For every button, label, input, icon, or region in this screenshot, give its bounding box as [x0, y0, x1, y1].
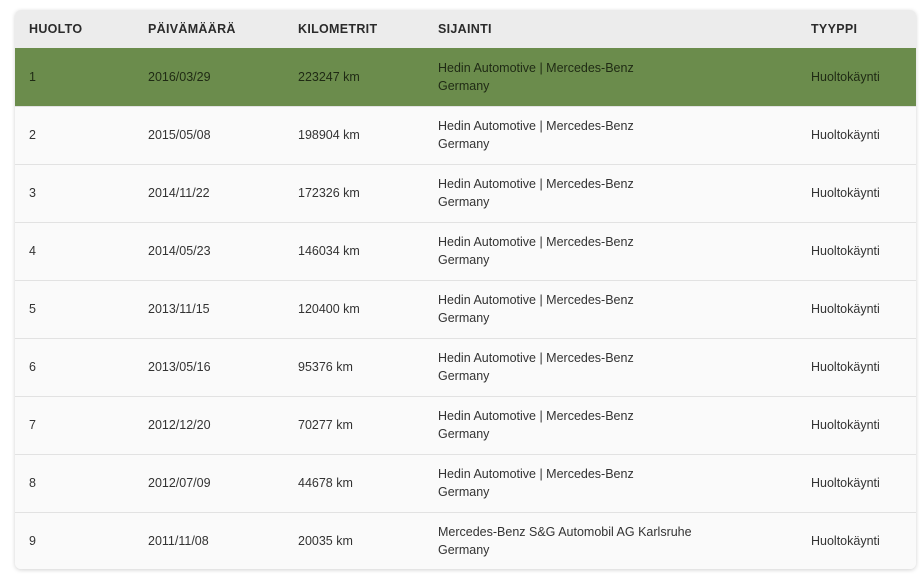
location-cell: Hedin Automotive | Mercedes-Benz Germany [438, 454, 811, 512]
location-cell: Hedin Automotive | Mercedes-Benz Germany [438, 164, 811, 222]
location-name: Hedin Automotive | Mercedes-Benz [438, 351, 634, 365]
service-number-cell: 3 [29, 186, 36, 200]
type-cell: Huoltokäynti [811, 360, 880, 374]
location-name: Mercedes-Benz S&G Automobil AG Karlsruhe [438, 524, 692, 539]
column-header-huolto[interactable]: HUOLTO [15, 10, 148, 48]
kilometers-cell: 198904 km [298, 128, 360, 142]
type-cell: Huoltokäynti [811, 533, 880, 548]
location-name: Hedin Automotive | Mercedes-Benz [438, 119, 634, 133]
location-country: Germany [438, 542, 490, 557]
service-number-cell: 1 [29, 69, 36, 84]
kilometers-cell: 20035 km [298, 533, 353, 548]
type-cell: Huoltokäynti [811, 476, 880, 490]
location-country: Germany [438, 78, 490, 93]
location-cell: Hedin Automotive | Mercedes-Benz Germany [438, 106, 811, 164]
kilometers-cell: 172326 km [298, 186, 360, 200]
location-country: Germany [438, 369, 490, 383]
location-country: Germany [438, 253, 490, 267]
column-header-tyyppi[interactable]: TYYPPI [811, 10, 916, 48]
location-name: Hedin Automotive | Mercedes-Benz [438, 467, 634, 481]
date-cell: 2016/03/29 [148, 69, 211, 84]
location-name: Hedin Automotive | Mercedes-Benz [438, 235, 634, 249]
location-name: Hedin Automotive | Mercedes-Benz [438, 177, 634, 191]
service-history-card: HUOLTO PÄIVÄMÄÄRÄ KILOMETRIT SIJAINTI TY… [15, 10, 916, 569]
kilometers-cell: 44678 km [298, 476, 353, 490]
location-country: Germany [438, 427, 490, 441]
table-row[interactable]: 3 2014/11/22 172326 km Hedin Automotive … [15, 164, 916, 222]
location-name: Hedin Automotive | Mercedes-Benz [438, 60, 634, 75]
location-cell: Hedin Automotive | Mercedes-Benz Germany [438, 396, 811, 454]
table-body: 1 2016/03/29 223247 km Hedin Automotive … [15, 48, 916, 569]
type-cell: Huoltokäynti [811, 69, 880, 84]
service-number-cell: 8 [29, 476, 36, 490]
location-cell: Hedin Automotive | Mercedes-Benz Germany [438, 338, 811, 396]
column-header-kilometrit[interactable]: KILOMETRIT [298, 10, 438, 48]
table-row[interactable]: 1 2016/03/29 223247 km Hedin Automotive … [15, 48, 916, 106]
location-country: Germany [438, 137, 490, 151]
location-country: Germany [438, 311, 490, 325]
date-cell: 2013/05/16 [148, 360, 211, 374]
date-cell: 2014/11/22 [148, 186, 210, 200]
service-number-cell: 6 [29, 360, 36, 374]
service-number-cell: 4 [29, 244, 36, 258]
service-number-cell: 2 [29, 128, 36, 142]
service-history-table: HUOLTO PÄIVÄMÄÄRÄ KILOMETRIT SIJAINTI TY… [15, 10, 916, 569]
type-cell: Huoltokäynti [811, 128, 880, 142]
location-name: Hedin Automotive | Mercedes-Benz [438, 409, 634, 423]
date-cell: 2013/11/15 [148, 302, 210, 316]
kilometers-cell: 70277 km [298, 418, 353, 432]
type-cell: Huoltokäynti [811, 418, 880, 432]
table-header: HUOLTO PÄIVÄMÄÄRÄ KILOMETRIT SIJAINTI TY… [15, 10, 916, 48]
location-name: Hedin Automotive | Mercedes-Benz [438, 293, 634, 307]
service-number-cell: 7 [29, 418, 36, 432]
location-cell: Hedin Automotive | Mercedes-Benz Germany [438, 222, 811, 280]
table-row[interactable]: 6 2013/05/16 95376 km Hedin Automotive |… [15, 338, 916, 396]
date-cell: 2012/07/09 [148, 476, 211, 490]
table-row[interactable]: 9 2011/11/08 20035 km Mercedes-Benz S&G … [15, 512, 916, 569]
date-cell: 2012/12/20 [148, 418, 211, 432]
service-number-cell: 9 [29, 533, 36, 548]
type-cell: Huoltokäynti [811, 302, 880, 316]
table-row[interactable]: 8 2012/07/09 44678 km Hedin Automotive |… [15, 454, 916, 512]
type-cell: Huoltokäynti [811, 244, 880, 258]
kilometers-cell: 95376 km [298, 360, 353, 374]
table-row[interactable]: 5 2013/11/15 120400 km Hedin Automotive … [15, 280, 916, 338]
table-row[interactable]: 4 2014/05/23 146034 km Hedin Automotive … [15, 222, 916, 280]
date-cell: 2011/11/08 [148, 533, 209, 548]
date-cell: 2014/05/23 [148, 244, 211, 258]
kilometers-cell: 223247 km [298, 69, 360, 84]
column-header-sijainti[interactable]: SIJAINTI [438, 10, 811, 48]
location-cell: Hedin Automotive | Mercedes-Benz Germany [438, 48, 811, 106]
header-row: HUOLTO PÄIVÄMÄÄRÄ KILOMETRIT SIJAINTI TY… [15, 10, 916, 48]
service-number-cell: 5 [29, 302, 36, 316]
kilometers-cell: 146034 km [298, 244, 360, 258]
location-cell: Hedin Automotive | Mercedes-Benz Germany [438, 280, 811, 338]
type-cell: Huoltokäynti [811, 186, 880, 200]
column-header-paivamaara[interactable]: PÄIVÄMÄÄRÄ [148, 10, 298, 48]
location-cell: Mercedes-Benz S&G Automobil AG Karlsruhe… [438, 512, 811, 569]
table-row[interactable]: 7 2012/12/20 70277 km Hedin Automotive |… [15, 396, 916, 454]
table-row[interactable]: 2 2015/05/08 198904 km Hedin Automotive … [15, 106, 916, 164]
location-country: Germany [438, 195, 490, 209]
date-cell: 2015/05/08 [148, 128, 211, 142]
location-country: Germany [438, 485, 490, 499]
kilometers-cell: 120400 km [298, 302, 360, 316]
